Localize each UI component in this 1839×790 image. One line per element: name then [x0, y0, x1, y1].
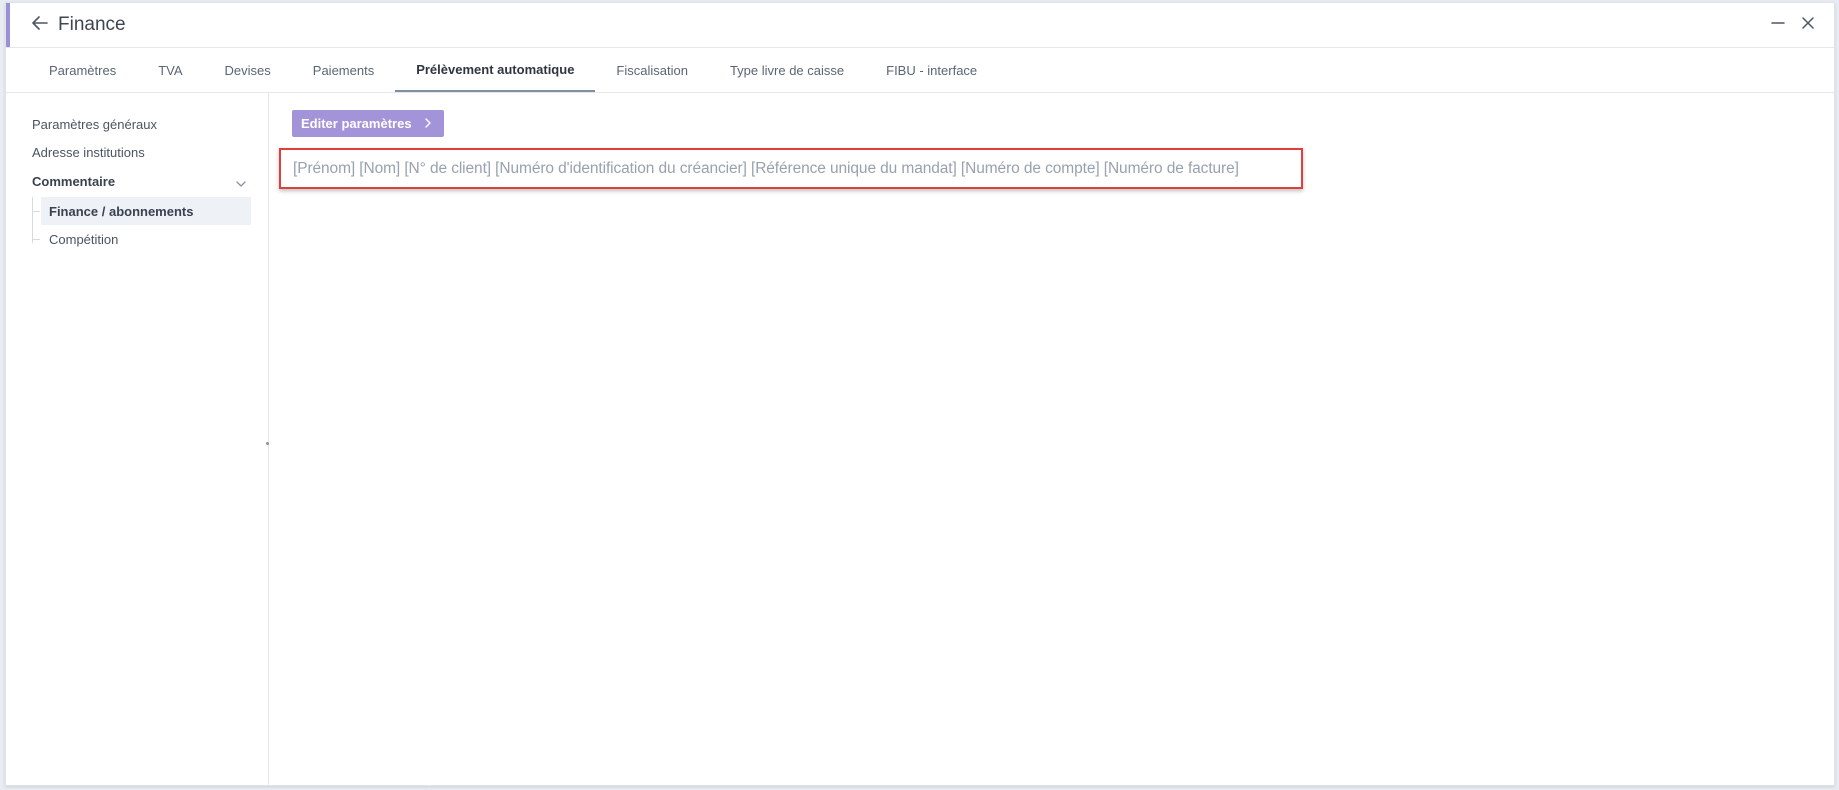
main-content: Editer paramètres [Prénom] [Nom] [N° de …: [269, 93, 1834, 785]
tree-line-branch: [32, 239, 40, 240]
arrow-left-icon: [32, 15, 48, 35]
tabs: Paramètres TVA Devises Paiements Prélève…: [28, 48, 998, 92]
sidebar-subitem-finance-abonnements[interactable]: Finance / abonnements: [41, 197, 251, 225]
back-button[interactable]: [28, 13, 52, 37]
tree-line-vertical: [32, 197, 33, 243]
sidebar-item-commentaire[interactable]: Commentaire: [32, 174, 115, 189]
title-bar: Finance: [6, 3, 1834, 48]
tab-fibu-interface[interactable]: FIBU - interface: [865, 48, 998, 92]
tab-bar: Paramètres TVA Devises Paiements Prélève…: [6, 48, 1834, 93]
sidebar-item-adresse-institutions[interactable]: Adresse institutions: [32, 145, 145, 160]
tree-line-branch: [32, 211, 40, 212]
edit-parameters-button[interactable]: Editer paramètres: [292, 110, 444, 137]
close-button[interactable]: [1798, 15, 1818, 35]
finance-window: Finance Paramètres TVA Devises Paiements…: [5, 2, 1835, 786]
bottom-notch: [424, 781, 434, 786]
chevron-right-icon: [424, 116, 432, 131]
tab-tva[interactable]: TVA: [137, 48, 203, 92]
chevron-down-icon[interactable]: [234, 177, 248, 191]
close-icon: [1801, 16, 1815, 35]
sidebar: Paramètres généraux Adresse institutions…: [6, 93, 269, 785]
edit-button-label: Editer paramètres: [301, 116, 412, 131]
sidebar-item-parametres-generaux[interactable]: Paramètres généraux: [32, 117, 157, 132]
placeholders-field-highlighted: [Prénom] [Nom] [N° de client] [Numéro d'…: [279, 148, 1303, 189]
tab-parametres[interactable]: Paramètres: [28, 48, 137, 92]
minimize-button[interactable]: [1768, 15, 1788, 35]
tab-type-livre-de-caisse[interactable]: Type livre de caisse: [709, 48, 865, 92]
tab-fiscalisation[interactable]: Fiscalisation: [595, 48, 709, 92]
tab-devises[interactable]: Devises: [204, 48, 292, 92]
sidebar-subitem-competition[interactable]: Compétition: [41, 225, 251, 253]
tab-prelevement-automatique[interactable]: Prélèvement automatique: [395, 48, 596, 92]
tab-paiements[interactable]: Paiements: [292, 48, 395, 92]
minimize-icon: [1771, 16, 1785, 35]
window-title: Finance: [58, 14, 126, 35]
placeholders-text: [Prénom] [Nom] [N° de client] [Numéro d'…: [293, 159, 1239, 177]
